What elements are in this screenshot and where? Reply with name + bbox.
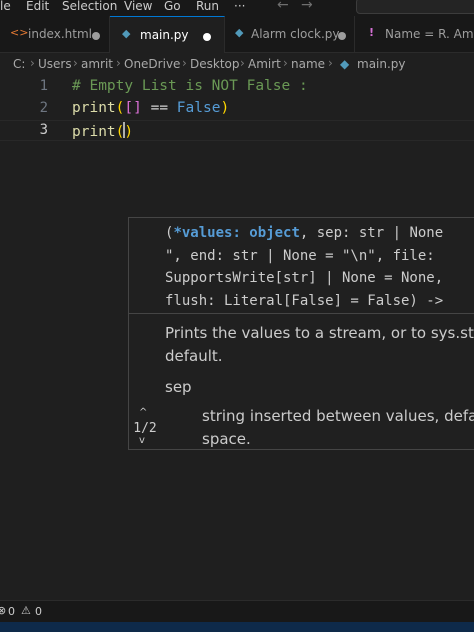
- html-file-icon: <>: [10, 26, 29, 39]
- divider: [129, 313, 474, 314]
- breadcrumb-item[interactable]: name: [291, 57, 325, 71]
- python-file-icon: ◆: [122, 27, 131, 40]
- chevron-right-icon: ›: [283, 56, 288, 70]
- code-function: print: [72, 124, 116, 140]
- breadcrumb-item[interactable]: Users: [38, 57, 72, 71]
- chevron-up-icon[interactable]: ^: [139, 407, 147, 418]
- chevron-down-icon[interactable]: v: [139, 435, 145, 446]
- back-arrow-icon[interactable]: ←: [277, 0, 289, 13]
- chevron-right-icon: ›: [116, 56, 121, 70]
- code-line-3[interactable]: print(): [72, 122, 133, 140]
- param-description: string inserted between values, defau: [202, 407, 474, 425]
- code-editor[interactable]: 1 2 3 # Empty List is NOT False : print(…: [0, 75, 474, 600]
- tab-label: index.html: [28, 27, 92, 41]
- modified-dot-icon[interactable]: [92, 32, 100, 40]
- code-operator: ==: [141, 100, 177, 116]
- param-name: sep: [165, 378, 192, 396]
- modified-dot-icon[interactable]: [338, 32, 346, 40]
- breadcrumb: C: › Users › amrit › OneDrive › Desktop …: [0, 53, 474, 75]
- tab-index-html[interactable]: <> index.html: [0, 16, 110, 52]
- tab-main-py[interactable]: ◆ main.py: [110, 16, 225, 53]
- menu-selection[interactable]: Selection: [62, 0, 117, 14]
- python-file-icon: ◆: [235, 26, 244, 39]
- active-parameter: *values: object: [173, 225, 300, 241]
- tab-alarm-clock-py[interactable]: ◆ Alarm clock.py: [225, 16, 355, 52]
- line-number: 2: [39, 100, 48, 116]
- line-number: 3: [39, 122, 48, 138]
- line-number: 1: [39, 78, 48, 94]
- signature-help-popup[interactable]: (*values: object, sep: str | None ", end…: [128, 217, 474, 450]
- error-count[interactable]: 0: [8, 605, 15, 618]
- menu-run[interactable]: Run: [196, 0, 219, 14]
- menu-bar: le Edit Selection View Go Run ··· ← →: [0, 0, 474, 16]
- code-keyword: False: [176, 100, 221, 116]
- doc-text: Prints the values to a stream, or to sys…: [165, 324, 474, 342]
- menu-edit[interactable]: Edit: [26, 0, 49, 14]
- warning-count[interactable]: 0: [35, 605, 42, 618]
- warning-icon[interactable]: ⚠: [21, 604, 31, 617]
- code-bracket: ): [220, 100, 230, 116]
- python-file-icon: ◆: [340, 57, 350, 71]
- warning-icon: !: [369, 26, 375, 39]
- tab-label: Alarm clock.py: [251, 27, 340, 41]
- breadcrumb-item[interactable]: Desktop: [190, 57, 240, 71]
- code-list: []: [124, 100, 142, 116]
- status-bar: ⊗ 0 ⚠ 0: [0, 600, 474, 622]
- chevron-right-icon: ›: [30, 56, 35, 70]
- menu-file[interactable]: le: [0, 0, 11, 14]
- breadcrumb-item[interactable]: amrit: [81, 57, 113, 71]
- breadcrumb-item[interactable]: OneDrive: [124, 57, 180, 71]
- modified-dot-icon[interactable]: [203, 33, 211, 41]
- overload-pager: 1/2: [133, 421, 157, 436]
- error-icon[interactable]: ⊗: [0, 604, 6, 617]
- taskbar-strip: [0, 622, 474, 632]
- param-description: space.: [202, 430, 251, 448]
- tab-label: Name = R. Amrit: [385, 27, 474, 41]
- breadcrumb-item[interactable]: Amirt: [248, 57, 281, 71]
- tab-bar: <> index.html ◆ main.py ◆ Alarm clock.py…: [0, 16, 474, 53]
- function-signature: (*values: object, sep: str | None ", end…: [165, 225, 444, 309]
- code-comment: # Empty List is NOT False :: [72, 78, 308, 94]
- tab-label: main.py: [140, 28, 189, 42]
- code-line-2[interactable]: print([] == False): [72, 100, 229, 116]
- breadcrumb-item[interactable]: main.py: [357, 57, 406, 71]
- tab-name-r-amrit[interactable]: ! Name = R. Amrit: [355, 16, 474, 52]
- code-function: print: [72, 100, 116, 116]
- forward-arrow-icon[interactable]: →: [301, 0, 313, 13]
- menu-view[interactable]: View: [124, 0, 152, 14]
- command-center[interactable]: [356, 0, 474, 14]
- chevron-right-icon: ›: [182, 56, 187, 70]
- chevron-right-icon: ›: [240, 56, 245, 70]
- chevron-right-icon: ›: [73, 56, 78, 70]
- code-line-1[interactable]: # Empty List is NOT False :: [72, 78, 308, 94]
- chevron-right-icon: ›: [328, 56, 333, 70]
- menu-go[interactable]: Go: [164, 0, 181, 14]
- code-bracket: ): [124, 124, 134, 140]
- breadcrumb-item[interactable]: C:: [13, 57, 25, 71]
- doc-text: default.: [165, 347, 223, 365]
- menu-more[interactable]: ···: [234, 0, 245, 14]
